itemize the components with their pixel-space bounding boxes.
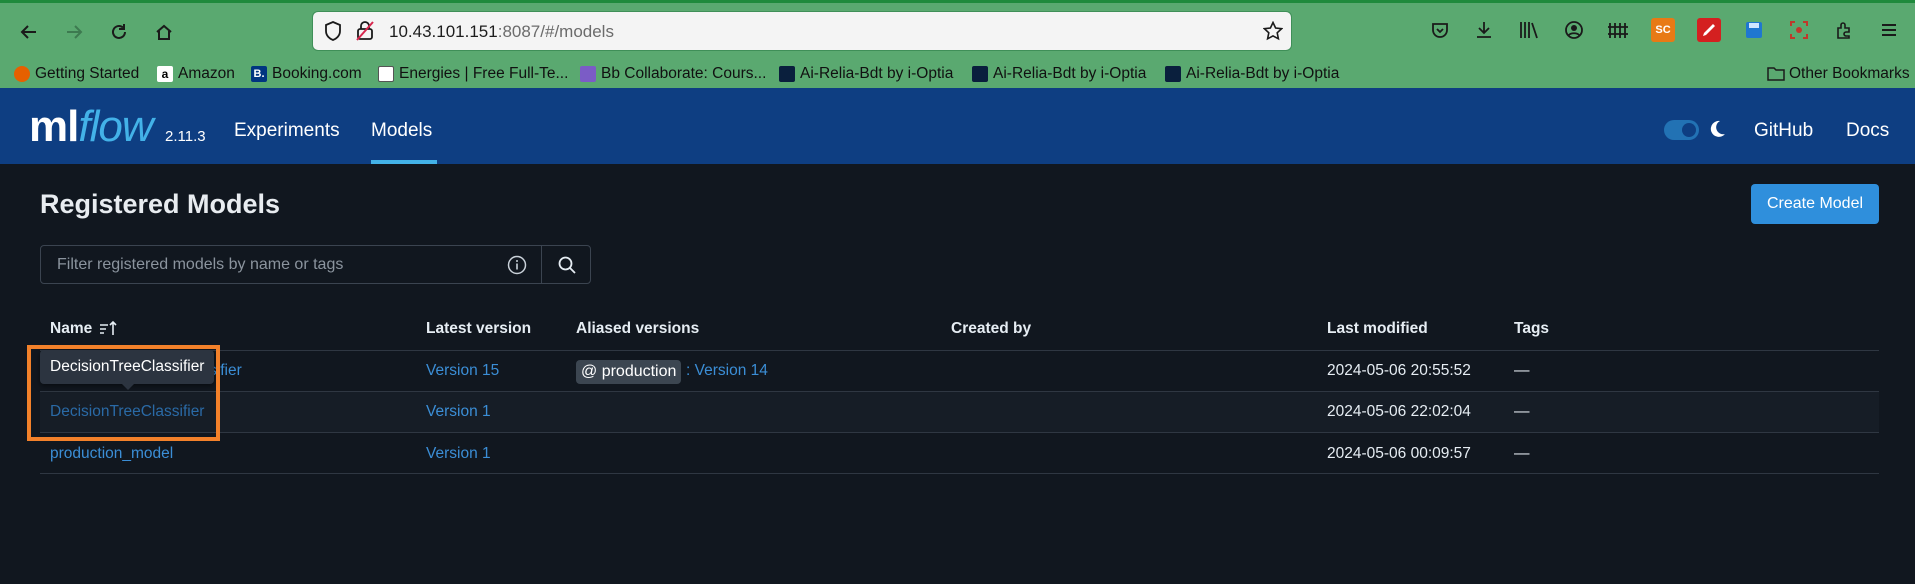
table-divider xyxy=(40,473,1879,474)
ioptia-icon xyxy=(972,66,988,82)
other-bookmarks-label: Other Bookmarks xyxy=(1789,65,1910,82)
search-icon xyxy=(558,256,576,274)
bookmark-ai-relia-1[interactable]: Ai-Relia-Bdt by i-Optia xyxy=(779,63,953,85)
booking-icon: B. xyxy=(251,66,267,82)
bookmark-ai-relia-2[interactable]: Ai-Relia-Bdt by i-Optia xyxy=(972,63,1146,85)
table-row xyxy=(40,433,1879,473)
download-icon[interactable] xyxy=(1472,18,1496,42)
pocket-icon[interactable] xyxy=(1428,18,1452,42)
search-box xyxy=(40,245,591,284)
lock-page-icon xyxy=(378,66,394,82)
screenshot-extension-icon[interactable] xyxy=(1787,18,1811,42)
nav-experiments[interactable]: Experiments xyxy=(234,120,340,142)
extensions-icon[interactable] xyxy=(1832,18,1856,42)
library-icon[interactable] xyxy=(1517,18,1541,42)
bookmark-label: Bb Collaborate: Cours... xyxy=(601,65,767,82)
forward-icon[interactable] xyxy=(59,17,89,47)
model-name-link[interactable]: production_model xyxy=(50,445,173,463)
sc-extension-badge: SC xyxy=(1655,24,1671,36)
column-name-label: Name xyxy=(50,320,93,337)
url-text: 10.43.101.151:8087/#/models xyxy=(389,22,614,42)
browser-toolbar: 10.43.101.151:8087/#/models SC Getting S… xyxy=(0,0,1915,88)
latest-version-link[interactable]: Version 15 xyxy=(426,362,499,380)
create-model-button[interactable]: Create Model xyxy=(1751,184,1879,224)
reload-icon[interactable] xyxy=(104,17,134,47)
bookmark-amazon[interactable]: a Amazon xyxy=(157,63,235,85)
mlflow-logo[interactable]: mlflow xyxy=(29,102,154,152)
bookmark-getting-started[interactable]: Getting Started xyxy=(14,63,139,85)
folder-icon xyxy=(1767,67,1785,81)
latest-version-link[interactable]: Version 1 xyxy=(426,445,491,463)
bookmark-booking[interactable]: B. Booking.com xyxy=(251,63,362,85)
extension-fence-icon[interactable] xyxy=(1606,18,1630,42)
bookmark-label: Amazon xyxy=(178,65,235,82)
logo-flow: flow xyxy=(78,102,153,151)
alias-version-link[interactable]: : Version 14 xyxy=(686,362,768,380)
last-modified-value: 2024-05-06 20:55:52 xyxy=(1327,362,1471,379)
ioptia-icon xyxy=(779,66,795,82)
bookmark-label: Booking.com xyxy=(272,65,362,82)
bookmark-bb-collaborate[interactable]: Bb Collaborate: Cours... xyxy=(580,63,766,85)
alias-tag: @ production xyxy=(576,360,682,384)
account-icon[interactable] xyxy=(1562,18,1586,42)
sort-ascending-icon[interactable] xyxy=(98,319,118,337)
bookmark-label: Ai-Relia-Bdt by i-Optia xyxy=(1186,65,1340,82)
home-icon[interactable] xyxy=(149,17,179,47)
other-bookmarks[interactable]: Other Bookmarks xyxy=(1767,63,1910,85)
pen-extension-icon[interactable] xyxy=(1697,18,1721,42)
address-bar[interactable]: 10.43.101.151:8087/#/models xyxy=(313,12,1291,50)
bookmark-label: Energies | Free Full-Te... xyxy=(399,65,569,82)
sc-extension-icon[interactable]: SC xyxy=(1651,18,1675,42)
url-path: :8087/#/models xyxy=(497,22,614,41)
bookmark-label: Getting Started xyxy=(35,65,140,82)
active-nav-indicator xyxy=(371,160,437,164)
last-modified-value: 2024-05-06 00:09:57 xyxy=(1327,445,1471,462)
bookmark-ai-relia-3[interactable]: Ai-Relia-Bdt by i-Optia xyxy=(1165,63,1339,85)
app-header: mlflow 2.11.3 Experiments Models GitHub … xyxy=(0,88,1915,164)
toggle-knob xyxy=(1682,123,1696,137)
ioptia-icon xyxy=(1165,66,1181,82)
shield-icon[interactable] xyxy=(324,21,342,41)
docs-link[interactable]: Docs xyxy=(1846,120,1889,142)
dark-mode-toggle[interactable] xyxy=(1664,120,1699,140)
bookmark-energies[interactable]: Energies | Free Full-Te... xyxy=(378,63,568,85)
search-button[interactable] xyxy=(541,246,592,283)
version-label: 2.11.3 xyxy=(165,128,206,145)
bookmark-label: Ai-Relia-Bdt by i-Optia xyxy=(800,65,954,82)
column-header-name[interactable]: Name xyxy=(50,320,92,338)
logo-ml: ml xyxy=(29,102,79,151)
column-header-aliased-versions: Aliased versions xyxy=(576,320,700,337)
collaborate-icon xyxy=(580,66,596,82)
search-input[interactable] xyxy=(41,246,541,283)
github-link[interactable]: GitHub xyxy=(1754,120,1813,142)
column-header-tags: Tags xyxy=(1514,320,1550,337)
insecure-lock-icon[interactable] xyxy=(356,21,374,41)
column-header-latest-version: Latest version xyxy=(426,320,532,337)
info-icon[interactable] xyxy=(507,255,527,275)
tags-value: — xyxy=(1514,445,1530,462)
column-header-last-modified: Last modified xyxy=(1327,320,1428,337)
last-modified-value: 2024-05-06 22:02:04 xyxy=(1327,403,1471,420)
menu-icon[interactable] xyxy=(1877,18,1901,42)
nav-models[interactable]: Models xyxy=(371,120,432,142)
back-icon[interactable] xyxy=(14,17,44,47)
moon-icon xyxy=(1710,120,1725,137)
page-title: Registered Models xyxy=(40,189,281,219)
save-extension-icon[interactable] xyxy=(1742,18,1766,42)
highlight-annotation xyxy=(27,345,220,441)
tags-value: — xyxy=(1514,403,1530,420)
table-row xyxy=(40,392,1879,432)
firefox-icon xyxy=(14,66,30,82)
url-host: 10.43.101.151 xyxy=(389,22,498,41)
latest-version-link[interactable]: Version 1 xyxy=(426,403,491,421)
star-icon[interactable] xyxy=(1263,21,1283,41)
tags-value: — xyxy=(1514,362,1530,379)
amazon-icon: a xyxy=(157,66,173,82)
bookmark-label: Ai-Relia-Bdt by i-Optia xyxy=(993,65,1147,82)
column-header-created-by: Created by xyxy=(951,320,1032,337)
table-row xyxy=(40,351,1879,391)
